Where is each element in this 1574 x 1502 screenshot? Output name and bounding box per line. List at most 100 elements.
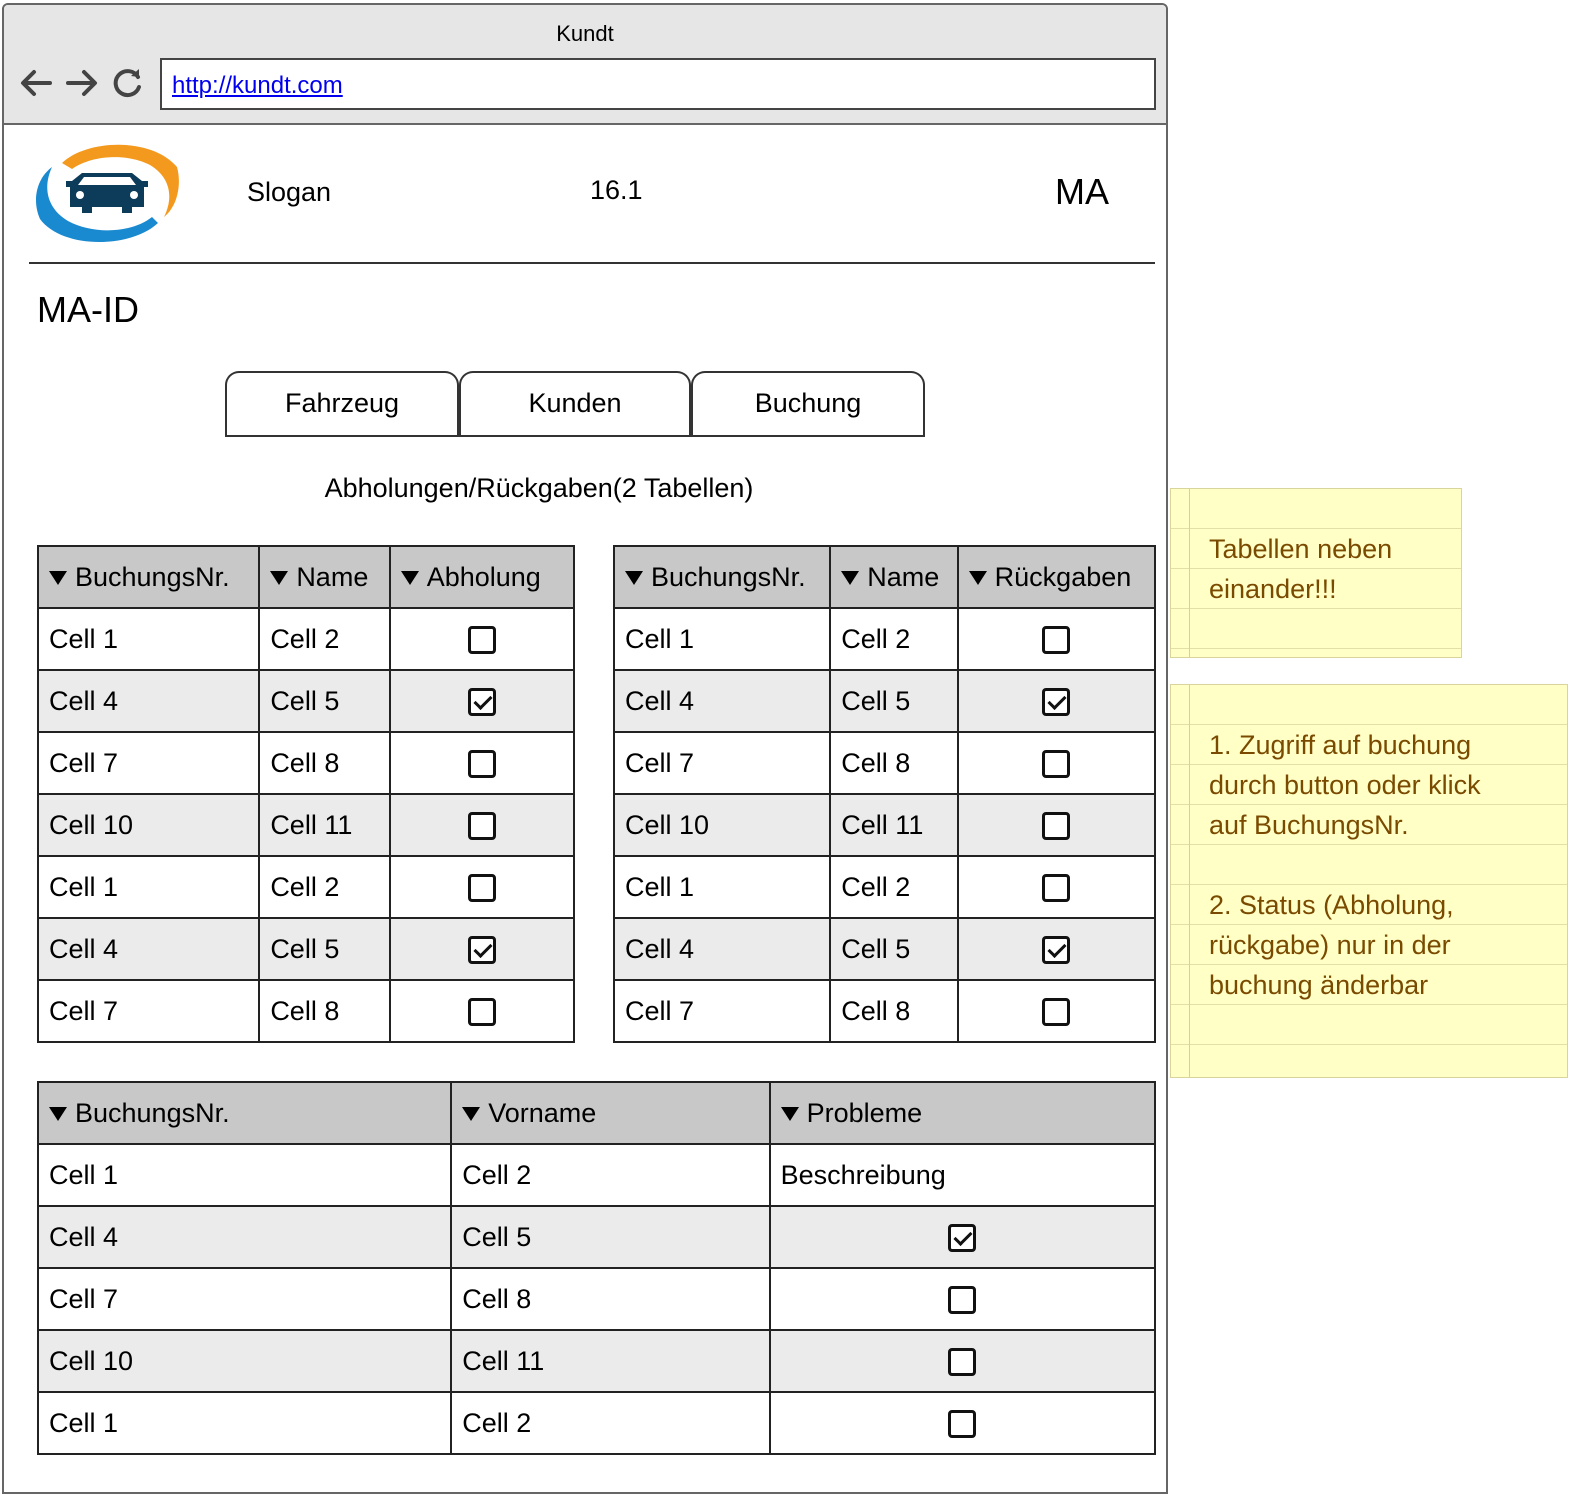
tab-buchung[interactable]: Buchung <box>691 371 925 437</box>
cell-buchungsnr[interactable]: Cell 7 <box>612 731 832 795</box>
table-row: Cell 1 Cell 2 <box>612 855 1157 919</box>
logo-car-icon <box>36 144 179 243</box>
sort-down-icon <box>780 1107 799 1122</box>
back-arrow-icon[interactable] <box>18 65 54 101</box>
cell-buchungsnr[interactable]: Cell 4 <box>36 669 261 733</box>
sticky-note-requirements: 1. Zugriff auf buchung durch button oder … <box>1170 684 1568 1078</box>
note-line: Tabellen neben <box>1209 534 1393 564</box>
checkbox[interactable] <box>1042 874 1071 903</box>
cell-name: Cell 8 <box>829 731 959 795</box>
cell-name: Cell 2 <box>450 1391 771 1455</box>
cell-name: Cell 5 <box>450 1205 771 1269</box>
cell-name: Cell 2 <box>450 1143 771 1207</box>
tab-kunden[interactable]: Kunden <box>459 371 691 437</box>
note-line <box>1209 845 1567 885</box>
cell-status <box>956 917 1157 981</box>
cell-buchungsnr[interactable]: Cell 1 <box>612 855 832 919</box>
column-header-buchungsnr[interactable]: BuchungsNr. <box>36 1081 453 1145</box>
checkbox[interactable] <box>467 812 496 841</box>
url-link[interactable]: http://kundt.com <box>172 72 343 100</box>
column-header-buchungsnr[interactable]: BuchungsNr. <box>612 545 832 609</box>
column-header-abholung[interactable]: Abholung <box>388 545 576 609</box>
cell-status <box>768 1205 1157 1269</box>
cell-name: Cell 5 <box>829 917 959 981</box>
table-row: Cell 4 Cell 5 <box>36 917 576 981</box>
checkbox[interactable] <box>948 1348 977 1377</box>
address-bar[interactable]: http://kundt.com <box>160 58 1156 110</box>
checkbox[interactable] <box>467 998 496 1027</box>
table-row: Cell 4 Cell 5 <box>36 1205 1157 1269</box>
cell-status <box>388 607 576 671</box>
cell-name: Cell 8 <box>450 1267 771 1331</box>
page-title: MA-ID <box>37 289 139 330</box>
column-header-name[interactable]: Name <box>258 545 391 609</box>
cell-buchungsnr[interactable]: Cell 10 <box>36 793 261 857</box>
cell-buchungsnr[interactable]: Cell 7 <box>36 1267 453 1331</box>
note-line: auf BuchungsNr. <box>1209 810 1409 840</box>
return-table: BuchungsNr. Name Rückgaben Cell 1 Cell 2C… <box>612 545 1157 1043</box>
header-divider <box>29 262 1155 264</box>
cell-buchungsnr[interactable]: Cell 1 <box>36 1143 453 1207</box>
cell-name: Cell 5 <box>258 917 391 981</box>
column-header-buchungsnr[interactable]: BuchungsNr. <box>36 545 261 609</box>
tab-fahrzeug[interactable]: Fahrzeug <box>225 371 459 437</box>
cell-buchungsnr[interactable]: Cell 4 <box>612 917 832 981</box>
cell-buchungsnr[interactable]: Cell 4 <box>612 669 832 733</box>
cell-buchungsnr[interactable]: Cell 1 <box>36 855 261 919</box>
table-row: Cell 7 Cell 8 <box>36 731 576 795</box>
table-row: Cell 1 Cell 2 <box>36 607 576 671</box>
checkbox-checked[interactable] <box>467 936 496 965</box>
problems-table: BuchungsNr. Vorname Probleme Cell 1 Cell … <box>36 1081 1157 1455</box>
checkbox[interactable] <box>1042 626 1071 655</box>
checkbox[interactable] <box>467 874 496 903</box>
checkbox-checked[interactable] <box>1042 688 1071 717</box>
cell-buchungsnr[interactable]: Cell 10 <box>36 1329 453 1393</box>
checkbox[interactable] <box>948 1286 977 1315</box>
sort-down-icon <box>400 571 419 586</box>
cell-name: Cell 8 <box>829 979 959 1043</box>
column-header-name[interactable]: Name <box>829 545 959 609</box>
column-header-vorname[interactable]: Vorname <box>450 1081 771 1145</box>
note-line: buchung änderbar <box>1209 970 1429 1000</box>
checkbox[interactable] <box>948 1410 977 1439</box>
cell-name: Cell 8 <box>258 979 391 1043</box>
cell-buchungsnr[interactable]: Cell 7 <box>612 979 832 1043</box>
checkbox[interactable] <box>1042 812 1071 841</box>
table-row: Cell 1 Cell 2 <box>36 855 576 919</box>
tab-baseline <box>225 435 925 437</box>
sort-down-icon <box>968 571 987 586</box>
checkbox-checked[interactable] <box>467 688 496 717</box>
checkbox[interactable] <box>1042 998 1071 1027</box>
cell-buchungsnr[interactable]: Cell 4 <box>36 1205 453 1269</box>
note-line: durch button oder klick <box>1209 770 1481 800</box>
cell-buchungsnr[interactable]: Cell 7 <box>36 979 261 1043</box>
cell-buchungsnr[interactable]: Cell 1 <box>36 1391 453 1455</box>
note-line: 2. Status (Abholung, <box>1209 890 1454 920</box>
forward-arrow-icon[interactable] <box>64 65 100 101</box>
column-header-probleme[interactable]: Probleme <box>768 1081 1157 1145</box>
checkbox-checked[interactable] <box>948 1224 977 1253</box>
table-row: Cell 4 Cell 5 <box>612 917 1157 981</box>
checkbox-checked[interactable] <box>1042 936 1071 965</box>
cell-status <box>956 607 1157 671</box>
column-header-rueckgaben[interactable]: Rückgaben <box>956 545 1157 609</box>
cell-name: Cell 11 <box>450 1329 771 1393</box>
cell-buchungsnr[interactable]: Cell 7 <box>36 731 261 795</box>
table-row: Cell 1 Cell 2 <box>36 1391 1157 1455</box>
sort-down-icon <box>49 571 67 586</box>
cell-name: Cell 2 <box>258 855 391 919</box>
checkbox[interactable] <box>1042 750 1071 779</box>
reload-icon[interactable] <box>110 65 146 101</box>
cell-buchungsnr[interactable]: Cell 4 <box>36 917 261 981</box>
cell-status <box>956 855 1157 919</box>
cell-buchungsnr[interactable]: Cell 1 <box>612 607 832 671</box>
checkbox[interactable] <box>467 626 496 655</box>
sort-down-icon <box>841 571 860 586</box>
checkbox[interactable] <box>467 750 496 779</box>
cell-buchungsnr[interactable]: Cell 10 <box>612 793 832 857</box>
cell-buchungsnr[interactable]: Cell 1 <box>36 607 261 671</box>
slogan: Slogan <box>247 177 332 207</box>
browser-titlebar: Kundt http://kundt.com <box>4 5 1166 125</box>
table-row: Cell 10 Cell 11 <box>612 793 1157 857</box>
sort-down-icon <box>49 1107 67 1122</box>
